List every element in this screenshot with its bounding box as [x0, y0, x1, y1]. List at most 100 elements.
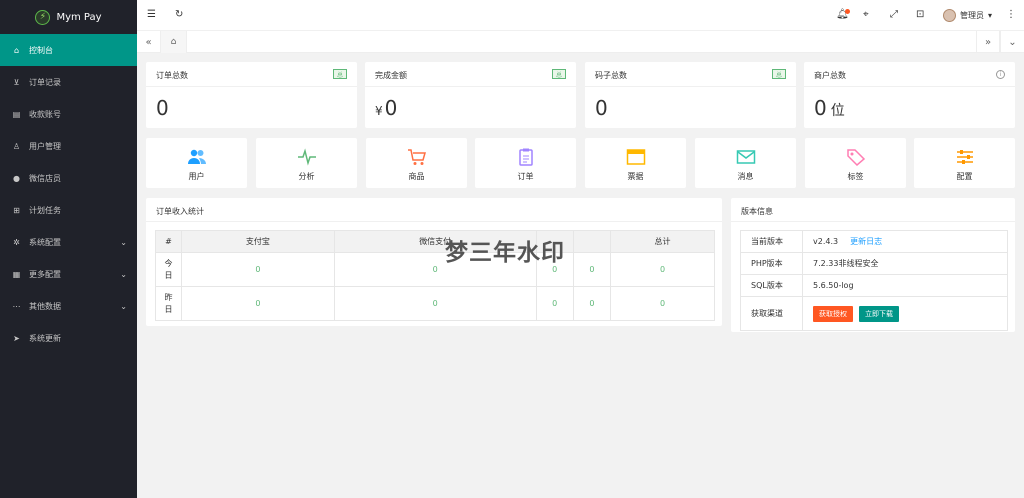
shortcut-label: 标签 — [847, 172, 864, 181]
shortcut-label: 票据 — [627, 172, 644, 181]
sidebar-item[interactable]: ▦ 更多配置 ⌄ — [0, 258, 137, 290]
table-cell: 0 — [572, 286, 612, 321]
column-header — [535, 230, 574, 253]
dots-icon: ⋯ — [12, 301, 21, 311]
column-header: 微信支付 — [333, 230, 537, 253]
shortcut-card[interactable]: 标签 — [805, 138, 906, 188]
chevron-down-icon: ⌄ — [120, 237, 127, 247]
caret-down-icon: ▾ — [988, 11, 993, 20]
shortcut-card[interactable]: 订单 — [475, 138, 576, 188]
admin-menu[interactable]: 管理员 ▾ — [943, 9, 992, 22]
task-icon: ⊞ — [13, 205, 20, 215]
stat-title: 订单总数 — [156, 71, 188, 80]
stat-value: 0位 — [814, 96, 845, 120]
table-cell: 0 — [181, 252, 335, 287]
row-label: 昨日 — [155, 286, 182, 321]
stat-title: 完成金额 — [375, 71, 407, 80]
shortcut-label: 用户 — [188, 172, 205, 181]
gear-icon: ✲ — [13, 237, 20, 247]
version-label: 当前版本 — [740, 230, 803, 253]
version-value: v2.4.3 — [813, 237, 839, 246]
table-row: SQL版本 5.6.50-log — [740, 274, 1008, 297]
pulse-icon — [297, 148, 317, 166]
php-label: PHP版本 — [740, 252, 803, 275]
wechat-icon: ● — [13, 173, 20, 183]
sidebar-item[interactable]: ♙ 用户管理 — [0, 130, 137, 162]
stat-value: 0 — [595, 96, 608, 120]
stat-tag: 总 — [552, 69, 566, 79]
column-header: 支付宝 — [181, 230, 335, 253]
tab-home[interactable]: ⌂ — [161, 31, 187, 53]
table-row: PHP版本 7.2.33非线程安全 — [740, 252, 1008, 275]
table-row: 获取渠道 获取授权 立即下载 — [740, 296, 1008, 331]
sliders-icon — [955, 148, 975, 166]
mail-icon — [736, 148, 756, 166]
currency-symbol: ¥ — [375, 104, 383, 118]
sidebar-menu: ⌂ 控制台 ⊻ 订单记录 ▤ 收款账号 ♙ 用户管理 ● 微信店员 ⊞ 计划任务 ✲ 系统配置 ⌄ ▦ 更多配置… — [0, 34, 137, 354]
order-stats-panel: 订单收入统计 # 支付宝 微信支付 总计 今日00000昨日00000 — [146, 198, 722, 326]
table-cell: 0 — [610, 286, 715, 321]
table-cell: 0 — [535, 286, 574, 321]
shortcut-card[interactable]: 配置 — [914, 138, 1015, 188]
sidebar-item-label: 其他数据 — [29, 301, 61, 311]
stat-value-number: 0 — [814, 96, 827, 120]
get-license-button[interactable]: 获取授权 — [813, 305, 853, 322]
sidebar-item[interactable]: ➤ 系统更新 — [0, 322, 137, 354]
tab-dropdown-icon[interactable]: ⌄ — [1000, 31, 1024, 53]
shortcut-card[interactable]: 消息 — [695, 138, 796, 188]
column-header: # — [155, 230, 182, 253]
sidebar: ⚡ Mym Pay ⌂ 控制台 ⊻ 订单记录 ▤ 收款账号 ♙ 用户管理 ● 微信店员 ⊞ 计划任务 ✲… — [0, 0, 137, 498]
grid-icon: ▦ — [12, 269, 21, 279]
shortcut-card[interactable]: 用户 — [146, 138, 247, 188]
shortcut-label: 消息 — [737, 172, 754, 181]
home-icon: ⌂ — [170, 37, 177, 47]
more-vertical-icon[interactable]: ⋮ — [1006, 9, 1016, 20]
refresh-icon[interactable]: ↻ — [175, 9, 183, 20]
download-button[interactable]: 立即下载 — [859, 305, 899, 322]
panel-title: 订单收入统计 — [156, 207, 204, 216]
top-header: ☰ ↻ 🔔︎ ⌖ ⤢ ⊡ 管理员 ▾ ⋮ — [137, 0, 1024, 31]
sidebar-item[interactable]: ▤ 收款账号 — [0, 98, 137, 130]
lock-icon[interactable]: ⊡ — [916, 9, 924, 20]
cart-icon — [407, 148, 427, 166]
app-logo[interactable]: ⚡ Mym Pay — [0, 0, 137, 34]
sql-value: 5.6.50-log — [802, 274, 1008, 297]
stat-value: ¥0 — [375, 96, 397, 120]
fullscreen-icon[interactable]: ⤢ — [890, 9, 898, 20]
table-row: 昨日00000 — [155, 286, 715, 321]
stat-title: 码子总数 — [595, 71, 627, 80]
channel-label: 获取渠道 — [740, 296, 803, 331]
sidebar-item[interactable]: ✲ 系统配置 ⌄ — [0, 226, 137, 258]
sidebar-item[interactable]: ● 微信店员 — [0, 162, 137, 194]
menu-toggle-icon[interactable]: ☰ — [147, 9, 156, 20]
clipboard-icon — [516, 148, 536, 166]
logo-icon: ⚡ — [35, 9, 51, 25]
user-icon: ♙ — [12, 141, 21, 151]
shortcut-label: 分析 — [298, 172, 315, 181]
stat-tag: 总 — [772, 69, 786, 79]
info-icon[interactable]: i — [996, 70, 1005, 79]
tag-icon — [846, 148, 866, 167]
shortcut-card[interactable]: 票据 — [585, 138, 686, 188]
changelog-link[interactable]: 更新日志 — [850, 237, 882, 246]
shortcut-card[interactable]: 商品 — [366, 138, 467, 188]
sidebar-item[interactable]: ⋯ 其他数据 ⌄ — [0, 290, 137, 322]
sidebar-item[interactable]: ⊞ 计划任务 — [0, 194, 137, 226]
sidebar-item-label: 系统更新 — [29, 333, 61, 343]
table-cell: 0 — [181, 286, 335, 321]
cart-icon: ⊻ — [13, 77, 20, 87]
shortcut-card[interactable]: 分析 — [256, 138, 357, 188]
sidebar-item[interactable]: ⌂ 控制台 — [0, 34, 137, 66]
avatar — [943, 9, 956, 22]
sidebar-item-label: 用户管理 — [29, 141, 61, 151]
tag-icon[interactable]: ⌖ — [863, 9, 869, 20]
sidebar-item[interactable]: ⊻ 订单记录 — [0, 66, 137, 98]
php-value: 7.2.33非线程安全 — [802, 252, 1008, 275]
stat-title: 商户总数 — [814, 71, 846, 80]
order-stats-table: # 支付宝 微信支付 总计 今日00000昨日00000 — [155, 230, 715, 321]
tab-scroll-left-icon[interactable]: « — [137, 31, 161, 53]
sql-label: SQL版本 — [740, 274, 803, 297]
tab-scroll-right-icon[interactable]: » — [976, 31, 1000, 53]
stat-value-number: 0 — [384, 96, 398, 120]
sidebar-item-label: 计划任务 — [29, 205, 61, 215]
